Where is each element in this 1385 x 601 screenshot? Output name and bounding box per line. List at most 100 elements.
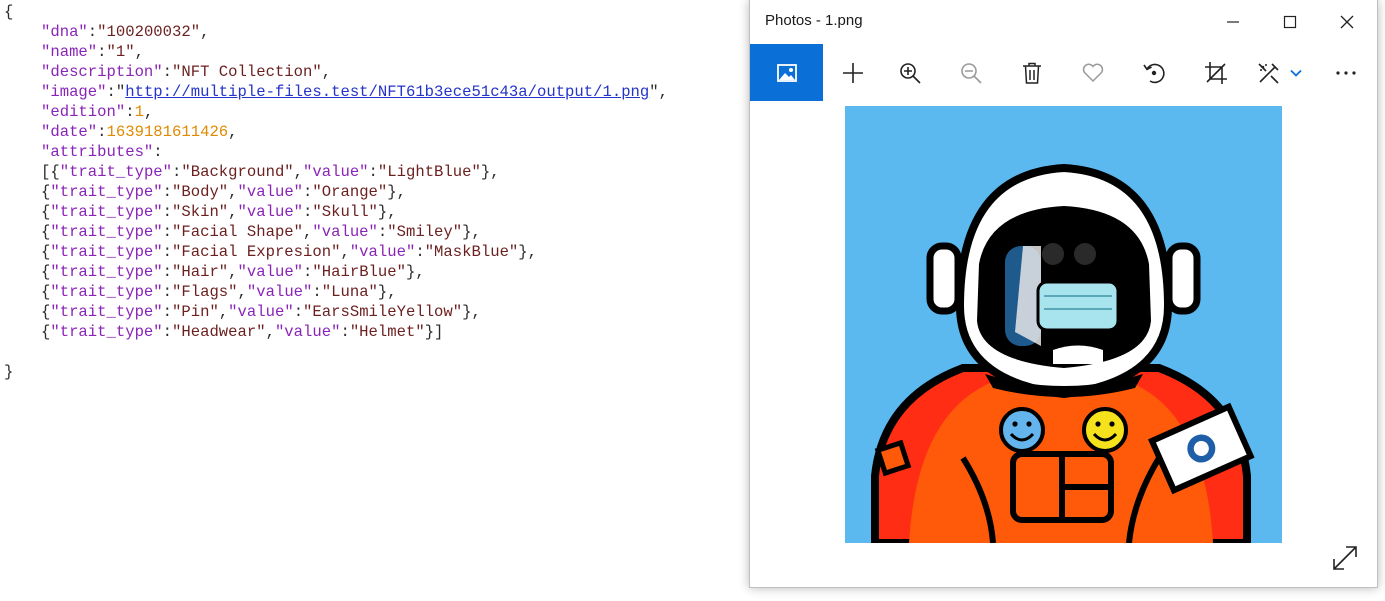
json-blank-line [4,342,668,362]
trait-type-value: "Body" [172,183,229,201]
value-key: "value" [228,303,294,321]
trait-type-value: "Background" [181,163,294,181]
delete-icon [1023,62,1041,84]
photos-toolbar [750,44,1377,101]
chevron-down-icon [1290,69,1302,77]
attribute-row: {"trait_type":"Facial Expresion","value"… [41,243,537,261]
photos-window: Photos - 1.png [749,0,1378,588]
json-value: "1" [106,43,135,61]
json-value: 1 [134,103,144,121]
value-key: "value" [237,263,304,281]
json-line-description: "description":"NFT Collection", [41,63,332,81]
trait-value: "Orange" [312,183,388,201]
delete-button[interactable] [1002,44,1062,101]
trait-type-key: "trait_type" [50,283,163,301]
expand-icon [1333,546,1357,570]
trait-value: "Smiley" [387,223,463,241]
trait-type-key: "trait_type" [50,323,163,341]
json-key: "name" [41,43,98,61]
json-line-attributes: "attributes": [41,143,163,161]
maximize-icon [1283,15,1296,29]
smiley-pin-yellow-icon [1082,407,1128,453]
attribute-row: {"trait_type":"Body","value":"Orange"}, [41,183,406,201]
value-key: "value" [303,163,369,181]
view-picture-button[interactable] [750,44,823,101]
full-screen-button[interactable] [1328,541,1362,575]
json-key: "dna" [41,23,88,41]
maximize-button[interactable] [1261,0,1318,44]
trait-type-key: "trait_type" [50,223,163,241]
json-key: "edition" [41,103,126,121]
trait-type-value: "Hair" [172,263,229,281]
attribute-row: {"trait_type":"Pin","value":"EarsSmileYe… [41,303,481,321]
attribute-row: {"trait_type":"Headwear","value":"Helmet… [41,323,444,341]
add-icon [843,62,863,83]
zoom-in-icon [900,62,921,84]
trait-value: "MaskBlue" [424,243,519,261]
json-line-name: "name":"1", [41,43,144,61]
nft-image [845,106,1282,543]
json-value: 1639181611426 [106,123,229,141]
picture-icon [776,63,797,82]
json-key: "date" [41,123,98,141]
trait-value: "EarsSmileYellow" [303,303,463,321]
minimize-icon [1226,21,1239,23]
close-icon [1340,15,1353,29]
value-key: "value" [246,283,313,301]
value-key: "value" [237,183,304,201]
attribute-row: {"trait_type":"Facial Shape","value":"Sm… [41,223,481,241]
zoom-out-icon [961,62,982,84]
attribute-row: {"trait_type":"Flags","value":"Luna"}, [41,283,397,301]
trait-type-key: "trait_type" [50,203,163,221]
trait-type-value: "Skin" [172,203,229,221]
title-bar: Photos - 1.png [750,0,1377,44]
minimize-button[interactable] [1204,0,1261,44]
favorite-button[interactable] [1063,44,1123,101]
rotate-icon [1143,63,1165,83]
json-line-edition: "edition":1, [41,103,154,121]
trait-type-value: "Headwear" [172,323,266,341]
zoom-in-button[interactable] [880,44,940,101]
value-key: "value" [274,323,341,341]
attribute-row: {"trait_type":"Skin","value":"Skull"}, [41,203,397,221]
trait-value: "Skull" [312,203,378,221]
trait-type-value: "Facial Expresion" [172,243,341,261]
add-button[interactable] [823,44,883,101]
trait-value: "Luna" [321,283,378,301]
json-line-dna: "dna":"100200032", [41,23,210,41]
close-button[interactable] [1318,0,1375,44]
trait-type-value: "Pin" [172,303,219,321]
trait-type-key: "trait_type" [50,183,163,201]
trait-value: "Helmet" [349,323,425,341]
trait-type-key: "trait_type" [50,303,163,321]
edit-dropdown-button[interactable] [1278,44,1314,101]
attribute-row: [{"trait_type":"Background","value":"Lig… [41,163,500,181]
trait-type-key: "trait_type" [50,263,163,281]
json-line-image: "image":"http://multiple-files.test/NFT6… [41,83,668,101]
more-button[interactable] [1316,44,1376,101]
image-url-link[interactable]: http://multiple-files.test/NFT61b3ece51c… [125,83,649,101]
json-key: "attributes" [41,143,154,161]
more-icon [1336,70,1356,75]
window-title: Photos - 1.png [765,12,863,29]
attribute-row: {"trait_type":"Hair","value":"HairBlue"}… [41,263,425,281]
json-viewer: {"dna":"100200032", "name":"1", "descripti… [4,2,668,382]
zoom-out-button[interactable] [941,44,1001,101]
value-key: "value" [312,223,378,241]
json-close-brace: } [4,363,14,381]
trait-value: "LightBlue" [377,163,481,181]
trait-value: "HairBlue" [312,263,406,281]
trait-type-key: "trait_type" [59,163,173,181]
crop-button[interactable] [1186,44,1246,101]
value-key: "value" [349,243,416,261]
trait-type-value: "Flags" [172,283,238,301]
json-key: "image" [41,83,107,101]
trait-type-value: "Facial Shape" [172,223,304,241]
astronaut-image [845,106,1282,543]
crop-icon [1205,61,1227,84]
json-value: "100200032" [97,23,201,41]
json-key: "description" [41,63,163,81]
rotate-button[interactable] [1124,44,1184,101]
value-key: "value" [237,203,304,221]
smiley-pin-blue-icon [999,407,1045,453]
